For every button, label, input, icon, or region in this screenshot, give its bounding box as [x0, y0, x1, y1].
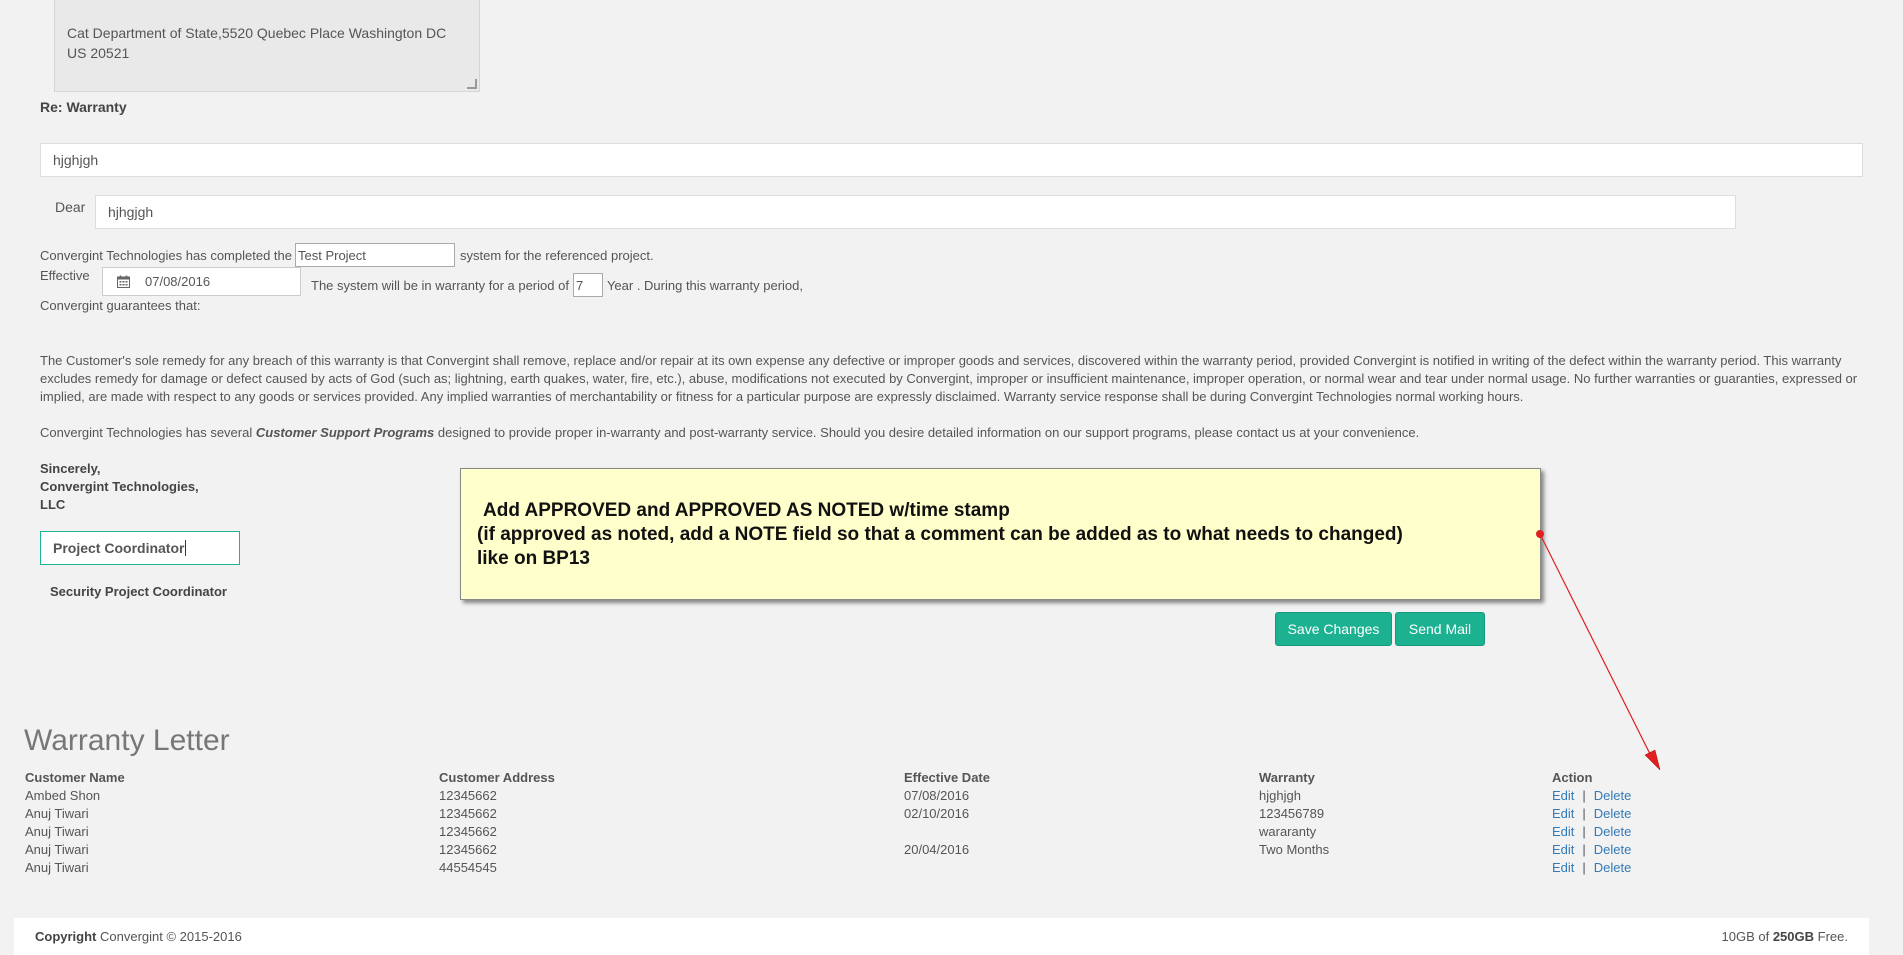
cell-customer-name: Ambed Shon — [25, 788, 101, 803]
cell-customer-address: 12345662 — [439, 806, 497, 821]
copyright-text: Convergint © 2015-2016 — [100, 929, 242, 944]
delete-link[interactable]: Delete — [1594, 842, 1632, 857]
delete-link[interactable]: Delete — [1594, 788, 1632, 803]
edit-link[interactable]: Edit — [1552, 788, 1574, 803]
table-row: Anuj Tiwari 12345662 02/10/2016 123456789 Ed… — [25, 805, 1725, 823]
action-separator: | — [1582, 824, 1586, 839]
cell-warranty: hjghjgh — [1259, 788, 1301, 803]
action-separator: | — [1582, 806, 1586, 821]
col-customer-address: Customer Address — [439, 770, 555, 785]
table-row: Anuj Tiwari 12345662 wararanty Edit | Delete — [25, 823, 1725, 841]
cell-customer-address: 12345662 — [439, 788, 497, 803]
section-title: Warranty Letter — [24, 724, 230, 757]
row-actions: Edit | Delete — [1552, 823, 1631, 841]
delete-link[interactable]: Delete — [1594, 824, 1632, 839]
row-actions: Edit | Delete — [1552, 841, 1631, 859]
table-row: Anuj Tiwari 44554545 Edit | Delete — [25, 859, 1725, 877]
delete-link[interactable]: Delete — [1594, 806, 1632, 821]
send-mail-button[interactable]: Send Mail — [1395, 612, 1485, 646]
storage-total: 250GB — [1772, 929, 1815, 944]
table-row: Ambed Shon 12345662 07/08/2016 hjghjgh Edit |… — [25, 787, 1725, 805]
copyright-label: Copyright — [35, 929, 97, 944]
cell-customer-address: 12345662 — [439, 824, 497, 839]
cell-warranty: Two Months — [1259, 842, 1330, 857]
cell-customer-address: 12345662 — [439, 842, 497, 857]
cell-customer-name: Anuj Tiwari — [25, 806, 89, 821]
cell-effective-date: 02/10/2016 — [904, 806, 970, 821]
footer-storage: 10GB of 250GB Free. — [1722, 929, 1849, 944]
action-separator: | — [1582, 842, 1586, 857]
cell-customer-name: Anuj Tiwari — [25, 842, 89, 857]
table-header-row: Customer Name Customer Address Effective… — [25, 769, 1725, 787]
cell-warranty: wararanty — [1259, 824, 1317, 839]
col-customer-name: Customer Name — [25, 770, 125, 785]
action-separator: | — [1582, 860, 1586, 875]
col-warranty: Warranty — [1259, 770, 1315, 785]
col-action: Action — [1552, 770, 1593, 785]
table-row: Anuj Tiwari 12345662 20/04/2016 Two Months E… — [25, 841, 1725, 859]
edit-link[interactable]: Edit — [1552, 806, 1574, 821]
save-changes-button[interactable]: Save Changes — [1275, 612, 1392, 646]
row-actions: Edit | Delete — [1552, 787, 1631, 805]
cell-effective-date: 07/08/2016 — [904, 788, 970, 803]
row-actions: Edit | Delete — [1552, 859, 1631, 877]
col-effective-date: Effective Date — [904, 770, 990, 785]
cell-customer-name: Anuj Tiwari — [25, 824, 89, 839]
action-separator: | — [1582, 788, 1586, 803]
footer: Copyright Convergint © 2015-2016 10GB of… — [14, 918, 1869, 955]
storage-used: 10GB of — [1721, 929, 1770, 944]
warranty-table: Customer Name Customer Address Effective… — [25, 769, 1725, 877]
cell-customer-name: Anuj Tiwari — [25, 860, 89, 875]
cell-customer-address: 44554545 — [439, 860, 497, 875]
delete-link[interactable]: Delete — [1594, 860, 1632, 875]
cell-warranty: 123456789 — [1259, 806, 1325, 821]
table-body: Ambed Shon 12345662 07/08/2016 hjghjgh Edit |… — [25, 787, 1725, 877]
row-actions: Edit | Delete — [1552, 805, 1631, 823]
edit-link[interactable]: Edit — [1552, 860, 1574, 875]
cell-effective-date: 20/04/2016 — [904, 842, 970, 857]
storage-suffix: Free. — [1817, 929, 1848, 944]
edit-link[interactable]: Edit — [1552, 824, 1574, 839]
footer-copyright: Copyright Convergint © 2015-2016 — [35, 929, 242, 944]
edit-link[interactable]: Edit — [1552, 842, 1574, 857]
